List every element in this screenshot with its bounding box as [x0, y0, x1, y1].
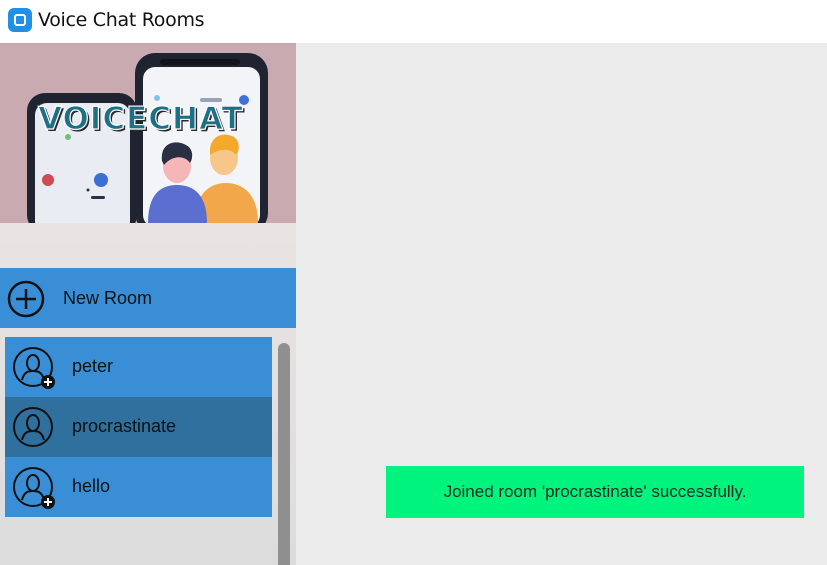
room-list-scrollbar[interactable]: [278, 343, 290, 565]
window-title: Voice Chat Rooms: [38, 9, 205, 31]
room-label: hello: [72, 476, 111, 496]
room-label: peter: [72, 356, 114, 376]
banner-image: VOICECHAT: [0, 43, 296, 223]
toast-message: Joined room 'procrastinate' successfully…: [443, 482, 747, 501]
room-item-hello[interactable]: hello: [5, 457, 272, 517]
scrollbar-thumb[interactable]: [278, 343, 290, 565]
user-add-icon: [13, 347, 55, 389]
room-list: peter procrastinate hello: [5, 337, 272, 517]
title-bar: Voice Chat Rooms: [0, 0, 827, 43]
user-icon: [13, 407, 53, 447]
plus-circle-icon: [7, 280, 45, 318]
sidebar: VOICECHAT New Room peter procrastinate h…: [0, 43, 296, 565]
new-room-label: New Room: [63, 288, 153, 308]
toast-notification: Joined room 'procrastinate' successfully…: [386, 466, 804, 518]
room-label: procrastinate: [72, 416, 177, 436]
room-item-procrastinate[interactable]: procrastinate: [5, 397, 272, 457]
room-item-peter[interactable]: peter: [5, 337, 272, 397]
banner-logo: VOICECHAT: [37, 100, 244, 137]
app-icon: [8, 8, 32, 32]
user-add-icon: [13, 467, 55, 509]
new-room-button[interactable]: New Room: [0, 268, 296, 328]
